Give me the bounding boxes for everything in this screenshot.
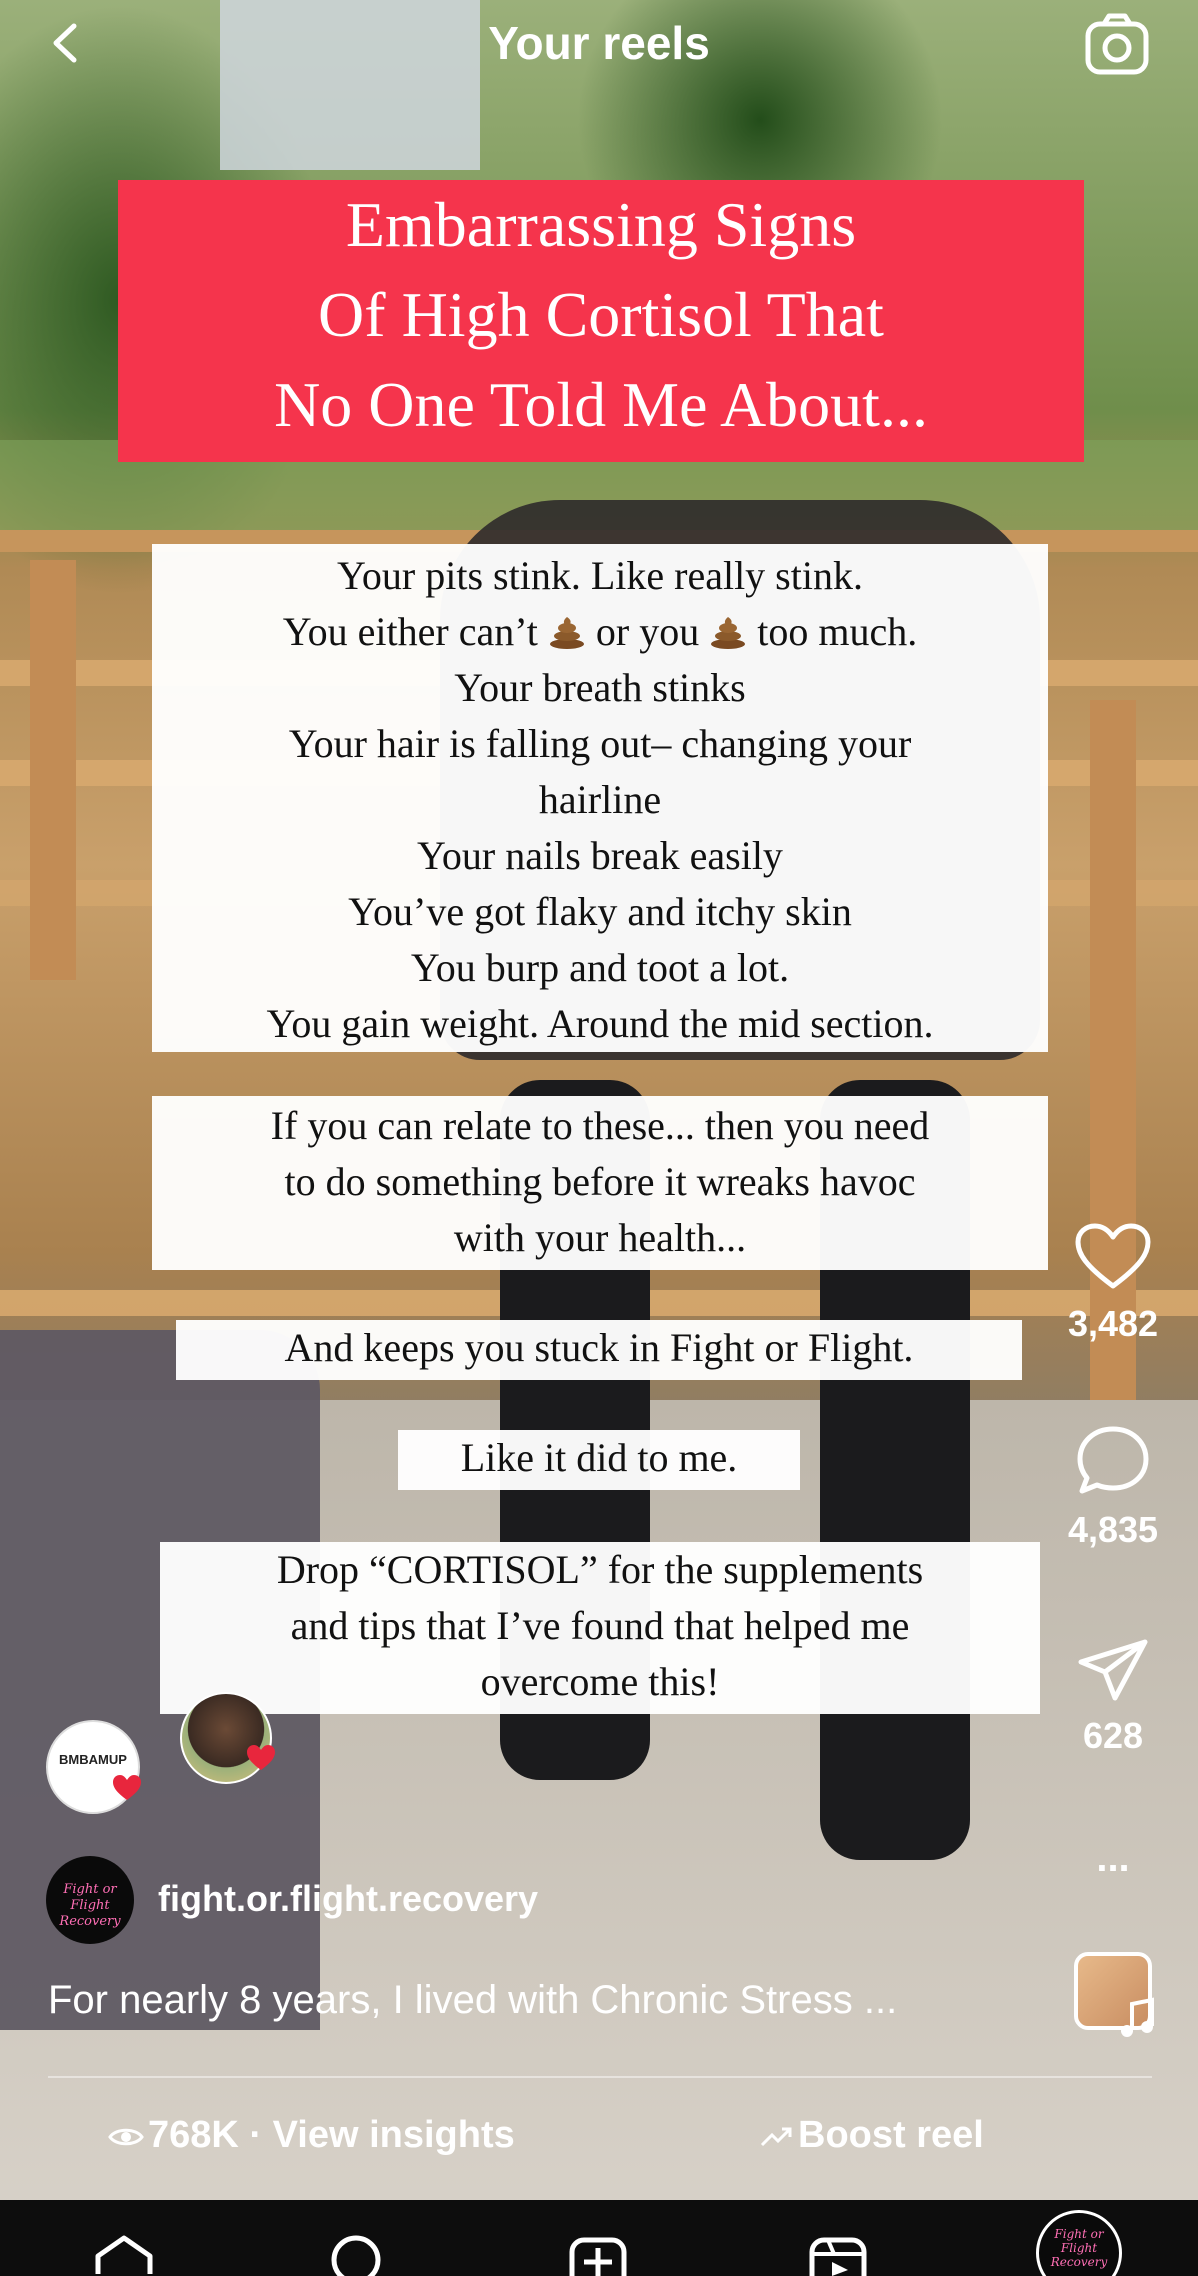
drop-line: overcome this! <box>480 1659 720 1704</box>
symptom-line: Your nails break easily <box>417 833 783 878</box>
symptom-line: You burp and toot a lot. <box>410 945 790 990</box>
bottom-nav: Fight or Flight Recovery <box>0 2200 1198 2276</box>
music-icon <box>1121 1997 1154 2037</box>
eye-icon <box>108 2128 144 2146</box>
drop-line: and tips that I’ve found that helped me <box>290 1603 910 1648</box>
symptom-line: Your breath stinks <box>454 665 746 710</box>
insights-label: 768K · View insights <box>148 2114 515 2156</box>
more-icon[interactable]: ... <box>1058 1836 1168 1881</box>
relate-line: with your health... <box>453 1215 747 1260</box>
symptom-line: You either can’t or you too much. <box>282 609 918 654</box>
avatar-text: Fight or Flight <box>63 1882 117 1913</box>
banner-line: Embarrassing Signs <box>345 189 857 260</box>
trend-icon <box>760 2127 792 2147</box>
share-action[interactable]: 628 <box>1058 1636 1168 1757</box>
divider <box>48 2076 1152 2078</box>
relate-textbox: If you can relate to these... then you n… <box>152 1096 1048 1270</box>
comment-icon[interactable] <box>1074 1424 1152 1498</box>
relate-line: If you can relate to these... then you n… <box>270 1103 930 1148</box>
symptom-line: Your pits stink. Like really stink. <box>337 553 863 598</box>
poop-emoji-icon <box>549 617 584 649</box>
symptom-line: hairline <box>538 777 662 822</box>
banner-line: Of High Cortisol That <box>318 279 884 350</box>
me-line: Like it did to me. <box>460 1435 738 1480</box>
create-icon[interactable] <box>566 2234 630 2276</box>
headline-banner: Embarrassing Signs Of High Cortisol That… <box>118 180 1084 462</box>
heart-badge-icon <box>113 1775 141 1800</box>
boost-label: Boost reel <box>798 2114 984 2156</box>
home-icon[interactable] <box>92 2234 156 2276</box>
relate-line: to do something before it wreaks havoc <box>284 1159 916 1204</box>
view-insights-link[interactable]: 768K · View insights <box>108 2114 515 2157</box>
avatar-text: Recovery <box>1050 2255 1108 2269</box>
bench-post <box>30 560 76 980</box>
top-bar: Your reels <box>0 0 1198 90</box>
like-action[interactable]: 3,482 <box>1058 1222 1168 1345</box>
like-count: 3,482 <box>1067 1303 1159 1344</box>
share-count: 628 <box>1082 1715 1144 1756</box>
symptom-line: Your hair is falling out– changing your <box>288 721 912 766</box>
symptoms-textbox: Your pits stink. Like really stink. You … <box>152 544 1048 1052</box>
heart-badge-icon <box>247 1745 275 1770</box>
boost-reel-button[interactable]: Boost reel <box>760 2114 984 2157</box>
search-icon[interactable] <box>326 2234 390 2276</box>
avatar-text: Recovery <box>59 1914 121 1929</box>
reels-icon[interactable] <box>806 2234 870 2276</box>
account-avatar[interactable]: Fight or Flight Recovery <box>46 1856 134 1944</box>
drop-line: Drop “CORTISOL” for the supplements <box>276 1547 924 1592</box>
stuck-textbox: And keeps you stuck in Fight or Flight. <box>176 1320 1022 1380</box>
collab-logo-text: BMBAMUP <box>59 1752 127 1767</box>
share-icon[interactable] <box>1075 1636 1151 1704</box>
page-title: Your reels <box>488 17 710 69</box>
audio-thumbnail[interactable] <box>1074 1952 1154 2037</box>
poop-emoji-icon <box>711 617 746 649</box>
reel-viewer: Your reels Embarrassing Signs Of High Co… <box>0 0 1198 2276</box>
comment-count: 4,835 <box>1067 1509 1159 1550</box>
stuck-line: And keeps you stuck in Fight or Flight. <box>284 1325 914 1370</box>
avatar-text: Fight or Flight <box>1054 2227 1104 2255</box>
me-textbox: Like it did to me. <box>398 1430 800 1490</box>
heart-icon[interactable] <box>1074 1222 1152 1292</box>
camera-icon[interactable] <box>1082 10 1152 80</box>
comment-action[interactable]: 4,835 <box>1058 1424 1168 1551</box>
symptom-line: You gain weight. Around the mid section. <box>266 1001 934 1046</box>
banner-line: No One Told Me About... <box>274 369 928 440</box>
reel-caption[interactable]: For nearly 8 years, I lived with Chronic… <box>48 1978 897 2023</box>
profile-nav-avatar[interactable]: Fight or Flight Recovery <box>1036 2210 1122 2276</box>
account-username[interactable]: fight.or.flight.recovery <box>158 1878 538 1920</box>
symptom-line: You’ve got flaky and itchy skin <box>348 889 852 934</box>
drop-textbox: Drop “CORTISOL” for the supplements and … <box>160 1542 1040 1714</box>
